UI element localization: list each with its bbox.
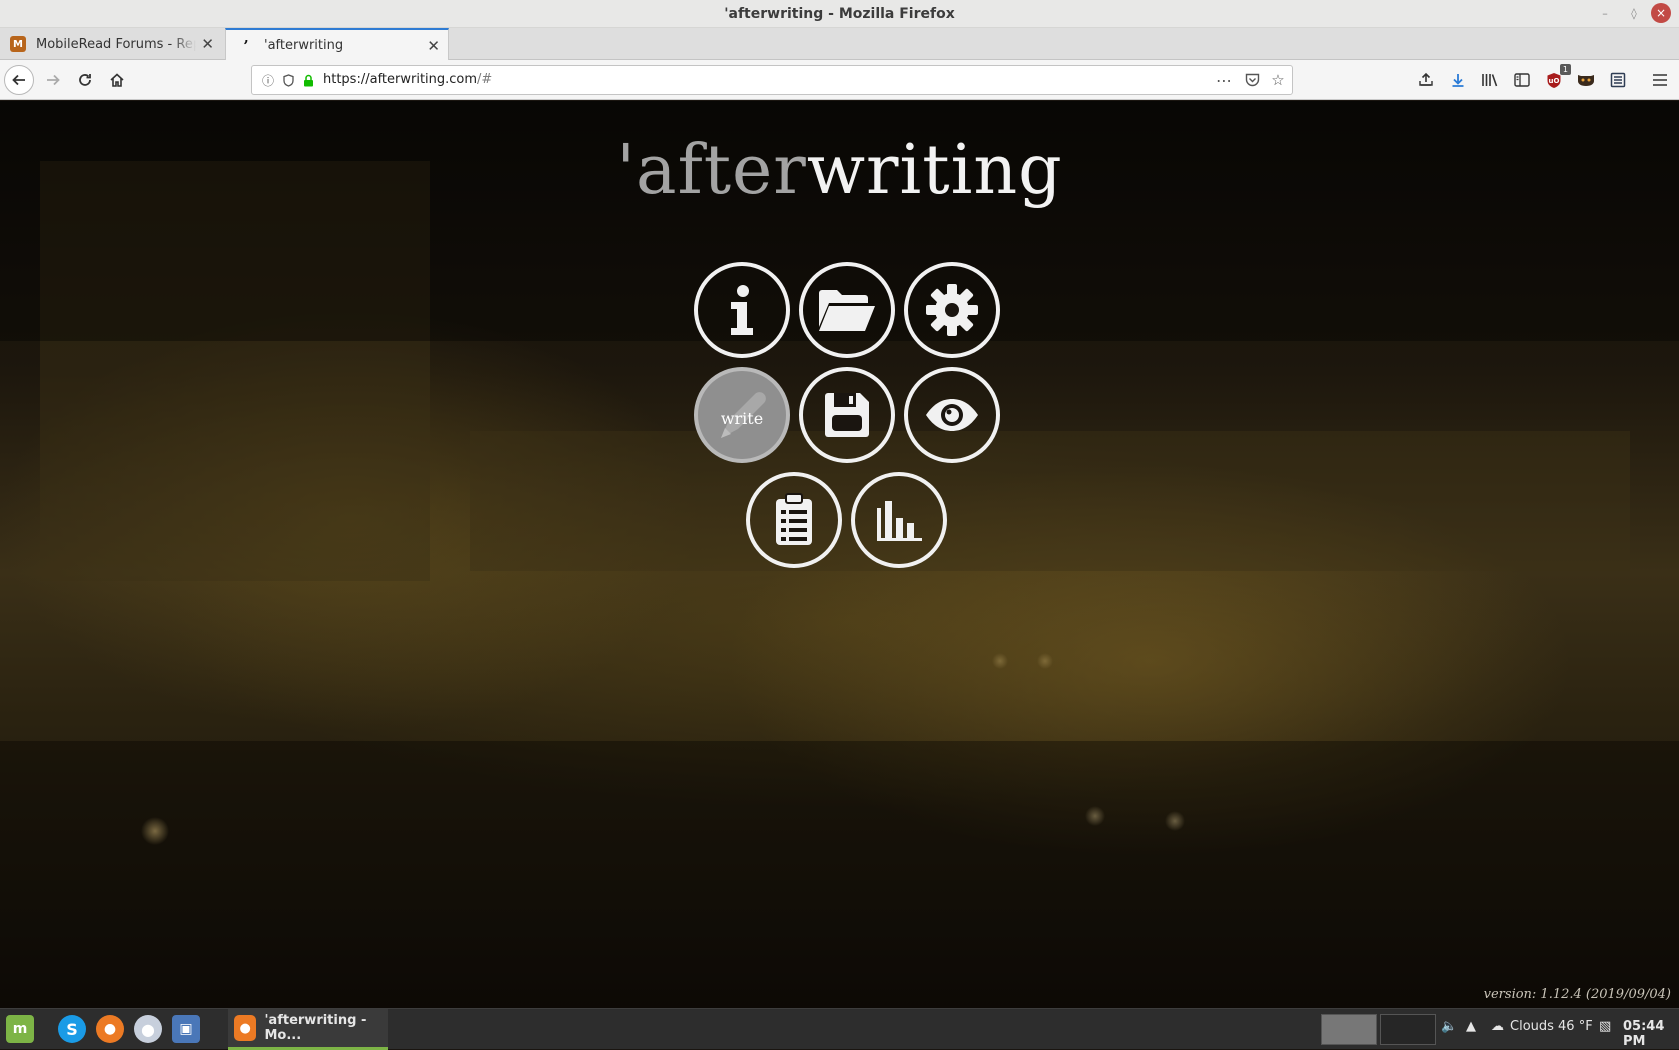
gear-icon	[926, 284, 978, 336]
downloads-icon[interactable]	[1447, 69, 1469, 91]
afterwriting-favicon-icon: ’	[243, 36, 249, 55]
maximize-icon[interactable]: ◊	[1625, 4, 1643, 22]
firefox-launcher-icon[interactable]: ●	[96, 1015, 124, 1043]
network-icon[interactable]: ▲	[1466, 1019, 1476, 1034]
tab-strip: M MobileRead Forums - Reply to ✕ ’ 'afte…	[0, 28, 1679, 61]
firefox-icon: ●	[234, 1015, 257, 1041]
clipboard-icon	[776, 493, 812, 545]
mint-menu-icon[interactable]: m	[6, 1015, 34, 1043]
forward-arrow-icon	[47, 74, 60, 86]
volume-icon[interactable]: 🔈	[1441, 1019, 1457, 1034]
screenshot-launcher-icon[interactable]: ▣	[172, 1015, 200, 1043]
home-icon	[110, 73, 124, 87]
sidebar-icon[interactable]	[1511, 69, 1533, 91]
disc-launcher-icon[interactable]: ●	[134, 1015, 162, 1043]
version-text: version: 1.12.4 (2019/09/04)	[1483, 987, 1671, 1002]
open-button[interactable]	[799, 262, 895, 358]
minimize-icon[interactable]: –	[1596, 4, 1614, 22]
close-tab-icon[interactable]: ✕	[201, 35, 214, 53]
bookmark-star-icon[interactable]: ☆	[1270, 71, 1286, 89]
taskbar: m S ● ● ▣ ● 'afterwriting - Mo... 🔈 ▲ ☁ …	[0, 1008, 1679, 1050]
close-window-icon[interactable]: ×	[1651, 3, 1671, 23]
facts-button[interactable]	[746, 472, 842, 568]
ublock-badge: 1	[1559, 64, 1571, 75]
back-arrow-icon	[12, 74, 25, 86]
reload-button[interactable]	[72, 67, 98, 93]
url-path: /#	[477, 72, 493, 87]
send-tab-icon[interactable]	[1415, 69, 1437, 91]
settings-button[interactable]	[904, 262, 1000, 358]
task-label: 'afterwriting - Mo...	[264, 1013, 367, 1043]
skype-launcher-icon[interactable]: S	[58, 1015, 86, 1043]
background-waterfront	[470, 431, 1630, 571]
background-water	[0, 741, 1679, 1008]
navigation-toolbar: ⓘ https://afterwriting.com/# ⋯ ☆ uO 1	[0, 60, 1679, 100]
stats-button[interactable]	[851, 472, 947, 568]
folder-icon	[819, 290, 875, 331]
info-icon	[731, 285, 753, 335]
home-button[interactable]	[104, 67, 130, 93]
pocket-icon[interactable]	[1244, 72, 1260, 88]
extension-list-icon[interactable]	[1607, 69, 1629, 91]
preview-button[interactable]	[904, 367, 1000, 463]
clouds-icon: ☁	[1491, 1019, 1504, 1034]
logo-suffix: writing	[806, 131, 1063, 210]
mobileread-favicon-icon: M	[10, 36, 26, 52]
info-button[interactable]	[694, 262, 790, 358]
tab-mobileread[interactable]: M MobileRead Forums - Reply to ✕	[0, 28, 222, 60]
svg-text:uO: uO	[1549, 77, 1560, 85]
floppy-icon	[825, 393, 869, 437]
back-button[interactable]	[4, 65, 34, 95]
lock-icon[interactable]	[300, 72, 316, 88]
bar-chart-icon	[877, 501, 922, 541]
tab-label: 'afterwriting	[264, 38, 344, 53]
window-titlebar: 'afterwriting - Mozilla Firefox – ◊ ×	[0, 0, 1679, 28]
afterwriting-page: 'afterwriting write version: 1.12.4 (201…	[0, 101, 1679, 1008]
forward-button[interactable]	[40, 67, 66, 93]
taskbar-window-firefox[interactable]: ● 'afterwriting - Mo...	[228, 1009, 388, 1050]
weather-text: Clouds 46 °F	[1510, 1019, 1593, 1034]
page-actions-icon[interactable]: ⋯	[1216, 71, 1232, 90]
library-icon[interactable]	[1479, 69, 1501, 91]
tab-label: MobileRead Forums - Reply to	[36, 36, 196, 52]
url-host: https://afterwriting.com	[323, 72, 478, 87]
workspace-2[interactable]	[1380, 1014, 1436, 1045]
window-title: 'afterwriting - Mozilla Firefox	[724, 6, 955, 22]
hamburger-menu-icon[interactable]	[1649, 69, 1671, 91]
url-text[interactable]: https://afterwriting.com/#	[323, 72, 492, 87]
battery-icon[interactable]: ▧	[1599, 1019, 1611, 1034]
url-bar[interactable]: ⓘ https://afterwriting.com/# ⋯ ☆	[251, 65, 1293, 95]
weather-applet[interactable]: ☁ Clouds 46 °F	[1491, 1019, 1593, 1034]
close-tab-icon[interactable]: ✕	[427, 37, 440, 55]
site-info-icon[interactable]: ⓘ	[260, 72, 276, 88]
eye-icon	[926, 399, 978, 431]
afterwriting-logo: 'afterwriting	[0, 131, 1679, 211]
reload-icon	[79, 74, 91, 86]
tab-afterwriting[interactable]: ’ 'afterwriting ✕	[225, 28, 449, 61]
write-button[interactable]: write	[694, 367, 790, 463]
workspace-1[interactable]	[1321, 1014, 1377, 1045]
extension-mask-icon[interactable]	[1575, 69, 1597, 91]
write-label: write	[720, 409, 764, 428]
logo-prefix: 'after	[616, 131, 807, 210]
clock[interactable]: 05:44 PM	[1623, 1019, 1679, 1049]
ublock-origin-icon[interactable]: uO 1	[1543, 64, 1571, 91]
save-button[interactable]	[799, 367, 895, 463]
tracking-shield-icon[interactable]	[280, 72, 296, 88]
